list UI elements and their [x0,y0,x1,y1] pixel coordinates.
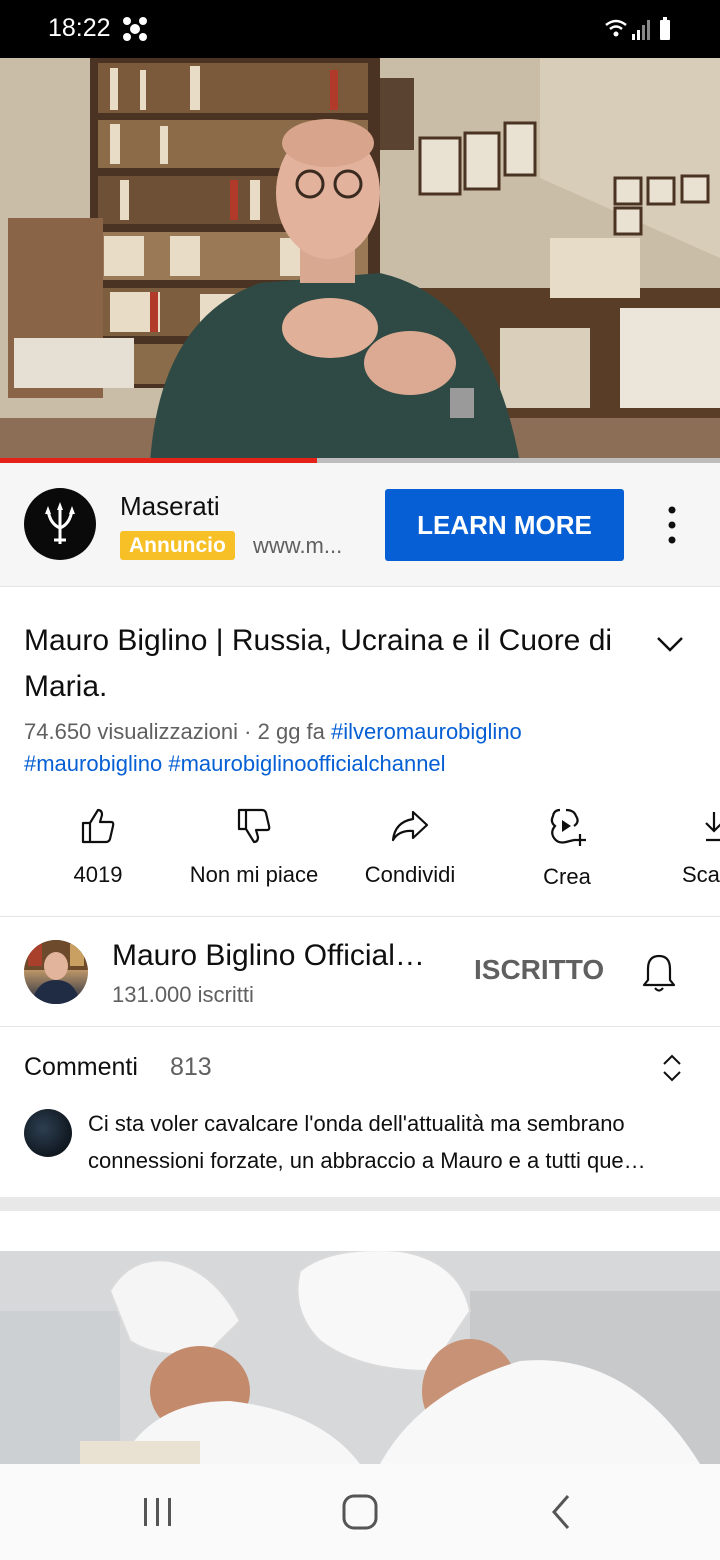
create-short-icon [550,808,586,846]
view-count: 74.650 visualizzazioni [24,719,239,744]
top-comment-line: Ci sta voler cavalcare l'onda dell'attua… [88,1111,625,1136]
chevron-down-icon[interactable] [654,630,686,658]
app-notification-icon [123,17,147,41]
trident-icon [45,502,75,544]
dislike-label: Non mi piace [189,862,319,887]
meta-separator: · [244,719,258,744]
top-comment[interactable]: Ci sta voler cavalcare l'onda dell'attua… [88,1105,698,1179]
expand-comments-icon[interactable] [660,1052,684,1084]
channel-avatar-image [24,940,88,1004]
section-gap [0,1197,720,1211]
subscriber-count: 131.000 iscritti [112,982,254,1007]
video-frame [0,58,720,463]
divider [0,1026,720,1027]
ad-logo[interactable] [24,488,96,560]
create-label: Crea [543,864,591,889]
next-video-image [0,1251,720,1464]
share-label: Condividi [364,862,456,887]
commenter-avatar [24,1109,72,1157]
more-options-icon[interactable] [658,503,686,547]
channel-avatar[interactable] [24,940,88,1004]
download-button[interactable]: Sca [648,806,720,902]
thumbs-down-icon [237,808,271,844]
system-status-icons [605,17,670,40]
status-time: 18:22 [48,14,111,42]
hashtag-link[interactable]: #ilveromaurobiglino [331,719,522,744]
upload-age: 2 gg fa [257,719,325,744]
channel-name[interactable]: Mauro Biglino Official… [112,939,442,973]
ad-advertiser-name: Maserati [120,491,220,521]
download-icon [705,812,720,842]
bell-icon[interactable] [640,952,678,994]
divider [0,916,720,917]
subscribed-button[interactable]: ISCRITTO [474,954,604,986]
like-button[interactable]: 4019 [23,806,173,902]
status-bar: 18:22 [0,0,720,58]
share-icon [391,810,429,842]
download-label: Sca [682,862,720,887]
top-comment-line: connessioni forzate, un abbraccio a Maur… [88,1148,646,1173]
create-button[interactable]: Crea [492,806,642,902]
video-player[interactable] [0,58,720,463]
back-icon[interactable] [538,1488,586,1536]
hashtag-link[interactable]: #maurobiglinoofficialchannel [168,751,445,776]
share-button[interactable]: Condividi [335,806,485,902]
thumbs-up-icon [81,808,115,844]
next-video-thumbnail[interactable] [0,1251,720,1464]
comments-title[interactable]: Commenti [24,1053,138,1082]
hashtag-link[interactable]: #maurobiglino [24,751,162,776]
like-count: 4019 [73,862,123,887]
home-icon[interactable] [336,1488,384,1536]
recent-apps-icon[interactable] [134,1488,182,1536]
ad-url: www.m... [253,533,343,558]
ad-badge: Annuncio [120,531,235,560]
dislike-button[interactable]: Non mi piace [179,806,329,902]
video-title[interactable]: Mauro Biglino | Russia, Ucraina e il Cuo… [24,618,634,710]
comments-count: 813 [170,1053,212,1081]
video-meta: 74.650 visualizzazioni · 2 gg fa #ilvero… [24,716,696,780]
learn-more-button[interactable]: LEARN MORE [385,489,624,561]
